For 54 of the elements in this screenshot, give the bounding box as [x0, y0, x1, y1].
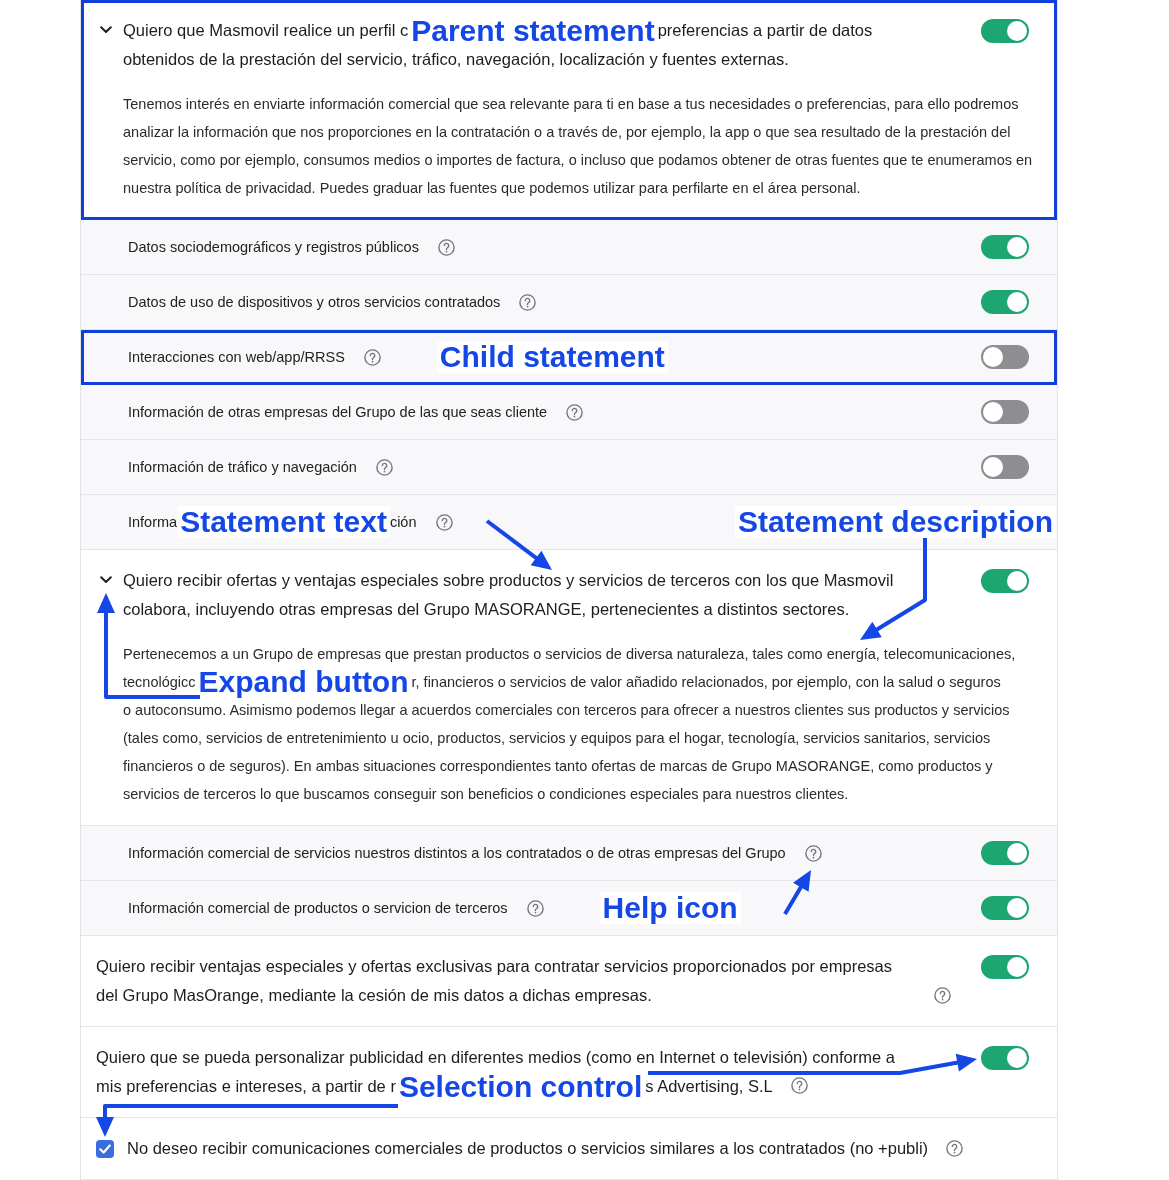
statement-label: ción: [389, 514, 417, 530]
statement-label: Información de tráfico y navegación: [128, 459, 357, 475]
toggle-switch[interactable]: [981, 896, 1029, 920]
help-icon[interactable]: [804, 844, 822, 862]
statement-label: Informa: [128, 514, 178, 530]
toggle-switch[interactable]: [981, 18, 1029, 43]
checkbox[interactable]: [96, 1139, 114, 1158]
annotation-arrow: [783, 870, 811, 915]
statement-label: Información comercial de productos o servicion de terceros: [128, 900, 508, 916]
statement-label: Información de otras empresas del Grupo de las que seas cliente: [128, 404, 548, 420]
statement-title: obtenidos de la prestación del servicio, tráfico, navegación, localización y fuentes externas.: [123, 50, 789, 68]
help-icon[interactable]: [435, 513, 453, 531]
help-icon[interactable]: [437, 238, 455, 256]
toggle-switch[interactable]: [981, 954, 1029, 979]
toggle-switch[interactable]: [981, 235, 1029, 259]
statement-title: Quiero que Masmovil realice un perfil c: [123, 20, 409, 41]
toggle-switch[interactable]: [981, 400, 1029, 424]
statement-label: Datos de uso de dispositivos y otros servicios contratados: [128, 294, 501, 310]
statement-title: preferencias a partir de datos: [657, 20, 873, 41]
chevron-down-icon[interactable]: [100, 26, 112, 34]
annotation-label: Statement description: [734, 506, 1056, 538]
statement-title: s Advertising, S.L: [645, 1076, 773, 1097]
statement-title: mis preferencias e intereses, a partir de r: [96, 1076, 396, 1097]
help-icon[interactable]: [790, 1077, 808, 1094]
statement-title: No deseo recibir comunicaciones comerciales de productos o servicios similares a los contratados (no +publi): [127, 1138, 929, 1159]
statement-label: Datos sociodemográficos y registros públicos: [128, 239, 419, 255]
statement-description: r, financieros o servicios de valor añadido relacionados, por ejemplo, con la salud o seguros: [411, 673, 1001, 692]
statement-description: Tenemos interés en enviarte información comercial que sea relevante para ti en base a tus necesidades o preferencias, para ello podremos analizar la información que nos proporciones en la contratación o a través de, por ejemplo, la app o que sea resultado de la prestación del servicio, como por ejemplo, consumos medios o importes de factura, o incluso que podamos obtener de otras fuentes que te enumeramos en nuestra política de privacidad. Puedes graduar las fuentes que podemos utilizar para perfilarte en el área personal.: [123, 96, 1033, 196]
statement-title: Quiero recibir ventajas especiales y ofertas exclusivas para contratar servicios proporcionados por empresas del Grupo MasOrange, mediante la cesión de mis datos a dichas empresas.: [96, 956, 894, 1006]
statement-description: o autoconsumo. Asimismo podemos llegar a acuerdos comerciales con terceros para ofrecer a nuestros clientes sus productos y servicios (tales como, servicios de entretenimiento u ocio, productos, servicios y equipos para el hogar, tecnología, servicios sanitarios, servicios financieros o de seguros). En ambas situaciones correspondientes tanto ofertas de marcas de Grupo MASORANGE, como productos y servicios de terceros lo que buscamos conseguir son beneficios o condiciones especiales para nuestros clientes.: [123, 702, 1010, 802]
toggle-switch[interactable]: [981, 841, 1029, 865]
statement-label: Interacciones con web/app/RRSS: [128, 349, 345, 365]
statement-description: tecnológicc: [123, 673, 196, 692]
help-icon[interactable]: [375, 458, 393, 476]
statement-description: Pertenecemos a un Grupo de empresas que prestan productos o servicios de diversa naturaleza, tales como energía, telecomunicaciones,: [123, 646, 1016, 662]
help-icon[interactable]: [363, 348, 381, 366]
toggle-switch[interactable]: [981, 290, 1029, 314]
toggle-switch[interactable]: [981, 568, 1029, 593]
annotation-label: Child statement: [436, 341, 668, 373]
annotation-arrow: [485, 519, 552, 570]
help-icon[interactable]: [519, 293, 537, 311]
annotation-label: Statement text: [177, 506, 390, 538]
toggle-switch[interactable]: [981, 1045, 1029, 1070]
help-icon[interactable]: [526, 899, 544, 917]
toggle-switch[interactable]: [981, 345, 1029, 369]
statement-title: Quiero recibir ofertas y ventajas especiales sobre productos y servicios de terceros con los que Masmovil colabora, incluyendo otras empresas del Grupo MASORANGE, pertenecientes a distintos sectores.: [123, 571, 894, 618]
chevron-down-icon[interactable]: [100, 576, 112, 584]
statement-label: Información comercial de servicios nuestros distintos a los contratados o de otras empresas del Grupo: [128, 845, 786, 861]
help-icon[interactable]: [946, 1140, 964, 1157]
help-icon[interactable]: [934, 987, 951, 1004]
annotation-label: Help icon: [599, 892, 741, 924]
toggle-switch[interactable]: [981, 455, 1029, 479]
help-icon[interactable]: [566, 403, 584, 421]
statement-title: Quiero que se pueda personalizar publicidad en diferentes medios (como en Internet o televisión) conforme a: [96, 1048, 895, 1066]
